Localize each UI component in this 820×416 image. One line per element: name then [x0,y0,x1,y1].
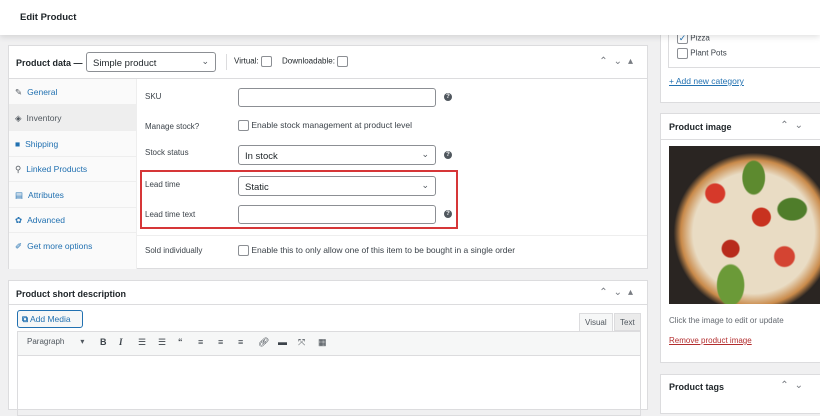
sold-individually-option: Enable this to only allow one of this it… [238,245,516,257]
blockquote-icon[interactable]: “ [178,337,183,347]
wrench-icon: ✎ [15,87,23,97]
sold-individually-label: Sold individually [145,246,203,255]
lead-time-label: Lead time [145,180,181,189]
panel-controls[interactable]: ⌃⌄ [780,380,809,391]
short-description-title: Product short description [16,289,127,299]
tab-label: Inventory [26,113,62,123]
add-media-button[interactable]: ⧉ Add Media [17,310,83,328]
product-data-panel: Product data — Simple product ⌄ Virtual: … [8,45,648,269]
product-type-value: Simple product [93,58,157,69]
lead-time-text-label: Lead time text [145,210,196,219]
lead-time-select[interactable]: Static ⌄ [238,176,436,196]
panel-controls[interactable]: ⌃⌄▴ [599,56,639,67]
product-data-tabs: ✎ General ◈ Inventory ■ Shipping ⚲ Linked Pr… [9,79,137,269]
align-right-icon[interactable]: ≡ [238,337,243,347]
short-description-panel: Product short description ⌃⌄▴ ⧉ Add Medi… [8,280,648,416]
product-data-title: Product data — [16,58,83,68]
chevron-down-icon: ⌄ [421,180,429,190]
editor-content[interactable] [17,356,641,416]
dropdown-icon: ▾ [80,337,85,346]
chevron-down-icon: ⌄ [421,149,429,159]
downloadable-label: Downloadable: [282,56,335,66]
virtual-checkbox[interactable] [261,56,272,67]
add-media-icon: ⧉ [22,314,29,324]
downloadable-checkbox[interactable] [337,56,349,67]
manage-stock-checkbox[interactable] [238,120,249,132]
help-icon[interactable]: ? [444,210,452,218]
panel-controls[interactable]: ⌃⌄▴ [599,287,639,298]
page-title: Edit Product [20,12,77,23]
category-label: Plant Pots [690,48,727,58]
help-icon[interactable]: ? [444,151,452,159]
tab-label: Attributes [28,190,64,200]
inventory-fields: SKU ? Manage stock? Enable stock managem… [137,79,647,269]
checkbox[interactable] [677,48,688,59]
sku-label: SKU [145,92,162,101]
link-icon[interactable]: 🔗︎ [258,337,269,348]
manage-stock-text: Enable stock management at product level [251,120,413,130]
product-image-thumbnail[interactable] [669,146,820,304]
format-select[interactable]: Paragraph ▾ [27,337,84,346]
virtual-label: Virtual: [234,56,259,66]
tab-label: Advanced [27,215,65,225]
stock-status-value: In stock [245,151,278,162]
product-image-title: Product image [669,122,732,132]
table-icon: ▤ [15,190,24,200]
stock-status-select[interactable]: In stock ⌄ [238,145,436,165]
tab-inventory[interactable]: ◈ Inventory [9,105,136,131]
tab-label: Linked Products [26,164,88,174]
stock-status-label: Stock status [145,148,189,157]
bullet-list-icon[interactable]: ☰ [138,337,146,348]
gear-icon: ✿ [15,215,23,225]
top-bar: Edit Product [0,0,820,35]
numbered-list-icon[interactable]: ☰ [158,337,166,348]
manage-stock-option: Enable stock management at product level [238,120,413,132]
bold-icon[interactable]: B [100,337,107,347]
tab-advanced[interactable]: ✿ Advanced [9,207,136,233]
remove-product-image-link[interactable]: Remove product image [669,336,752,345]
editor-toolbar: Paragraph ▾ B I ☰ ☰ “ ≡ ≡ ≡ 🔗︎ ▬ ⤧ ▦ [17,331,641,356]
downloadable-option: Downloadable: [282,56,349,67]
inventory-icon: ◈ [15,113,22,123]
read-more-icon[interactable]: ▬ [278,337,287,347]
lead-time-value: Static [245,182,269,193]
sku-input[interactable] [238,88,436,107]
panel-controls[interactable]: ⌃⌄ [780,120,809,131]
product-image-hint: Click the image to edit or update [669,316,784,325]
help-icon[interactable]: ? [444,93,452,101]
tab-shipping[interactable]: ■ Shipping [9,131,136,157]
tab-get-more-options[interactable]: ✐ Get more options [9,233,136,259]
align-left-icon[interactable]: ≡ [198,337,203,347]
chevron-down-icon: ⌄ [201,56,209,66]
add-media-label: Add Media [29,314,71,324]
align-center-icon[interactable]: ≡ [218,337,223,347]
tab-text[interactable]: Text [614,313,641,331]
tab-attributes[interactable]: ▤ Attributes [9,182,136,208]
tab-label: Shipping [25,139,59,149]
fullscreen-icon[interactable]: ⤧ [298,337,305,348]
sold-individually-text: Enable this to only allow one of this it… [251,245,516,255]
italic-icon[interactable]: I [119,337,123,347]
link-icon: ⚲ [15,164,22,174]
virtual-option: Virtual: [234,56,272,67]
tab-general[interactable]: ✎ General [9,79,136,105]
plugin-icon: ✐ [15,241,23,251]
toolbar-toggle-icon[interactable]: ▦ [318,337,327,348]
tab-linked-products[interactable]: ⚲ Linked Products [9,156,136,182]
sold-individually-checkbox[interactable] [238,245,249,257]
product-type-select[interactable]: Simple product ⌄ [86,52,216,72]
product-tags-title: Product tags [669,382,725,392]
category-plant-pots[interactable]: Plant Pots [677,48,727,59]
product-tags-panel: Product tags ⌃⌄ [660,374,820,414]
tab-label: Get more options [27,241,93,251]
product-image-panel: Product image ⌃⌄ Click the image to edit… [660,113,820,363]
manage-stock-label: Manage stock? [145,122,200,131]
add-new-category-link[interactable]: + Add new category [669,76,744,86]
lead-time-text-input[interactable] [238,205,436,224]
tab-visual[interactable]: Visual [579,313,613,331]
truck-icon: ■ [15,139,21,149]
format-value: Paragraph [27,337,65,346]
tab-label: General [27,87,58,97]
